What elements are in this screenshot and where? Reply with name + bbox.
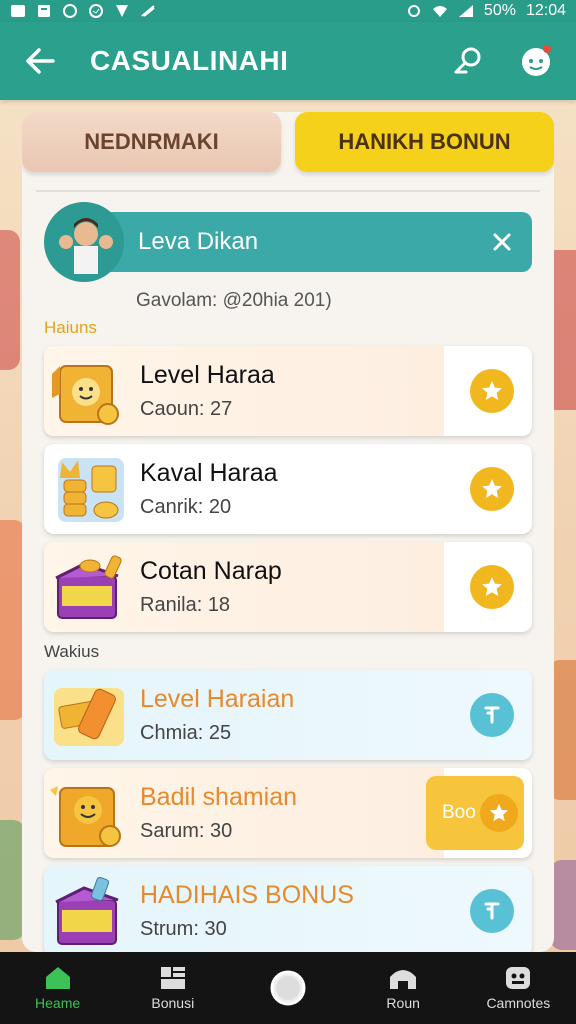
bottom-navigation: Heame Bonusi Roun Camnotes — [0, 952, 576, 1024]
nav-label: Bonusi — [151, 995, 195, 1011]
location-icon — [116, 5, 128, 17]
nav-label: Camnotes — [486, 995, 551, 1011]
item-title: Badil shamian — [140, 783, 298, 811]
app-notification-icon — [141, 5, 155, 17]
bonus-button[interactable]: Boo — [426, 776, 524, 850]
profile-button[interactable] — [514, 39, 558, 83]
close-icon — [493, 233, 511, 251]
item-subtitle: Canrik: 20 — [140, 496, 232, 518]
star-icon — [482, 381, 502, 400]
treasure-chest-icon — [55, 876, 119, 945]
user-banner: Leva Dikan — [44, 202, 532, 282]
whatsapp-icon — [89, 4, 103, 18]
divider — [36, 190, 540, 192]
nav-label: Roun — [386, 995, 420, 1011]
signal-icon — [458, 5, 473, 17]
list-item[interactable]: Level Haraian Chmia: 25 — [44, 670, 532, 760]
item-title: Level Haraa — [140, 361, 275, 389]
item-title: HADIHAIS BONUS — [140, 881, 354, 909]
treasure-box-icon — [55, 555, 122, 619]
section-label: Haiuns — [44, 318, 97, 337]
app-bar: CASUALINAHI — [0, 22, 576, 100]
item-subtitle: Caoun: 27 — [140, 398, 233, 420]
nav-roun[interactable]: Roun — [353, 965, 453, 1011]
avatar — [44, 202, 124, 282]
calendar-icon — [38, 5, 50, 17]
notification-icon — [11, 5, 25, 17]
messenger-icon — [63, 4, 77, 18]
nav-camnotes[interactable]: Camnotes — [468, 965, 568, 1011]
tab-nednrmaki[interactable]: NEDNRMAKI — [22, 112, 281, 172]
grid-icon — [160, 967, 185, 989]
store-icon — [390, 970, 417, 989]
item-subtitle: Ranila: 18 — [140, 594, 231, 616]
tab-bar: NEDNRMAKI HANIKH BONUN — [22, 112, 554, 174]
coins-icon — [58, 458, 124, 522]
download-button[interactable] — [470, 693, 514, 737]
user-name: Leva Dikan — [138, 228, 259, 255]
search-icon — [454, 47, 481, 74]
item-subtitle: Sarum: 30 — [140, 820, 233, 842]
download-button[interactable] — [470, 889, 514, 933]
list-item[interactable]: Level Haraa Caoun: 27 — [44, 346, 532, 436]
happy-box-icon — [50, 786, 121, 847]
list-item[interactable]: Badil shamian Sarum: 30 Boo — [44, 768, 532, 858]
list-item[interactable]: Cotan Narap Ranila: 18 — [44, 542, 532, 632]
item-title: Kaval Haraa — [140, 459, 278, 487]
status-bar: 50% 12:04 — [0, 0, 576, 22]
nav-home[interactable]: Heame — [8, 965, 108, 1011]
battery-percent: 50% — [483, 2, 516, 19]
nav-label: Heame — [35, 995, 81, 1011]
smiley-box-icon — [52, 365, 119, 425]
favorite-button[interactable] — [470, 369, 514, 413]
close-button[interactable] — [486, 226, 518, 258]
favorite-button[interactable] — [470, 565, 514, 609]
games-icon — [506, 967, 531, 989]
status-time: 12:04 — [525, 2, 566, 19]
rewards-panel: NEDNRMAKI HANIKH BONUN Leva Dikan Gavola… — [22, 112, 554, 952]
profile-face-icon — [522, 45, 551, 76]
star-icon — [489, 803, 508, 822]
item-title: Cotan Narap — [140, 557, 282, 585]
item-subtitle: Chmia: 25 — [140, 722, 232, 744]
alarm-icon — [407, 5, 420, 17]
people-avatar-icon — [48, 206, 120, 278]
nav-bonusi[interactable]: Bonusi — [123, 965, 223, 1011]
favorite-button[interactable] — [470, 467, 514, 511]
gold-bars-icon — [54, 688, 124, 746]
list-item[interactable]: HADIHAIS BONUS Strum: 30 — [44, 866, 532, 952]
arrow-left-icon — [26, 48, 55, 74]
download-icon — [484, 902, 500, 920]
item-subtitle: Strum: 30 — [140, 918, 227, 940]
item-title: Level Haraian — [140, 685, 295, 713]
page-title: CASUALINAHI — [90, 45, 289, 76]
home-icon — [45, 967, 70, 989]
wifi-icon — [432, 6, 447, 17]
search-button[interactable] — [446, 39, 490, 83]
download-icon — [484, 706, 500, 724]
section-label: Wakius — [44, 642, 100, 661]
list-item[interactable]: Kaval Haraa Canrik: 20 — [44, 444, 532, 534]
back-button[interactable] — [18, 39, 62, 83]
user-subtitle: Gavolam: @20hia 201) — [136, 290, 332, 311]
nav-home-button[interactable] — [238, 968, 338, 1008]
star-icon — [482, 577, 502, 596]
star-icon — [482, 479, 502, 498]
bonus-button-label: Boo — [442, 802, 476, 823]
home-circle-icon — [270, 970, 306, 1006]
tab-hanikh-bonun[interactable]: HANIKH BONUN — [295, 112, 554, 172]
